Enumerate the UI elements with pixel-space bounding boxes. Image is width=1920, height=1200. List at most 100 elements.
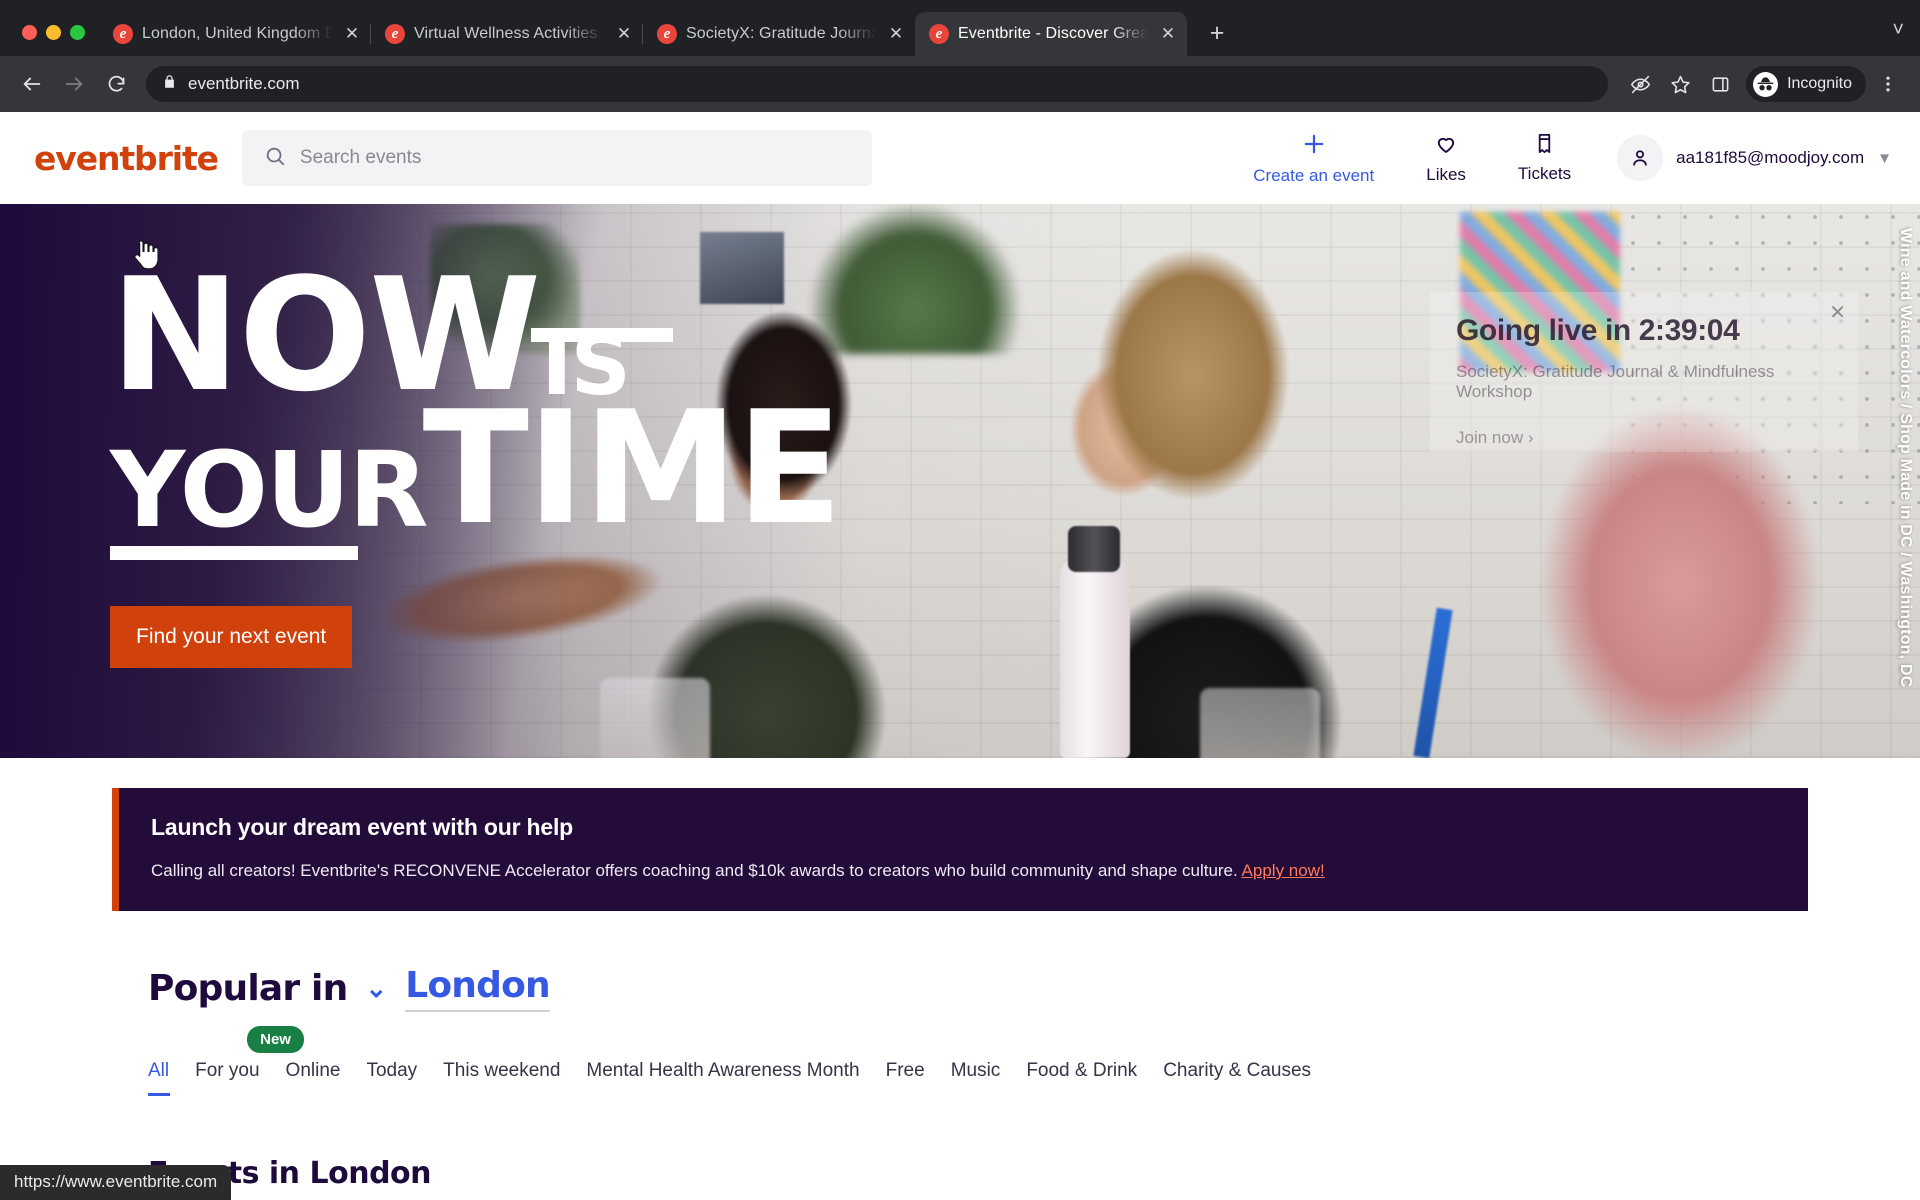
search-events-input[interactable]: Search events (241, 130, 872, 186)
tab-for-you[interactable]: For you New (195, 1026, 304, 1096)
promo-body-text: Calling all creators! Eventbrite's RECON… (151, 861, 1238, 880)
search-icon (264, 145, 286, 172)
promo-heading: Launch your dream event with our help (151, 814, 573, 840)
window-controls (12, 25, 99, 56)
browser-window: e London, United Kingdom Events ✕ e Virt… (0, 0, 1920, 1200)
browser-tab-3[interactable]: e SocietyX: Gratitude Journal & M ✕ (643, 12, 915, 56)
tab-charity-and-causes[interactable]: Charity & Causes (1163, 1060, 1337, 1096)
new-tab-button[interactable]: + (1197, 13, 1237, 53)
find-your-next-event-button[interactable]: Find your next event (110, 606, 353, 669)
chevron-down-icon[interactable]: ˅ (1892, 19, 1904, 42)
tab-online[interactable]: Online (286, 1060, 367, 1096)
tab-list-menu[interactable]: ˅ (1892, 19, 1920, 56)
heart-icon (1434, 132, 1458, 161)
hero-photo-caption: Wine and Watercolors / Shop Made in DC /… (1897, 228, 1914, 688)
star-icon[interactable] (1662, 66, 1698, 102)
eventbrite-favicon: e (929, 24, 949, 44)
hero-word-time: TIME (422, 377, 843, 560)
incognito-icon (1753, 71, 1779, 97)
forward-arrow-icon[interactable] (56, 66, 92, 102)
tab-for-you-label: For you (195, 1060, 260, 1081)
going-live-countdown: Going live in 2:39:04 (1456, 314, 1740, 347)
person-icon (1617, 135, 1664, 181)
hero-headline: NOW IS YOUR TIME (110, 257, 843, 561)
location-selector[interactable]: London (405, 965, 551, 1012)
tickets-button[interactable]: Tickets (1492, 132, 1597, 184)
lock-icon (162, 74, 177, 94)
hero-headline-line-2: YOUR TIME (110, 377, 843, 561)
browser-tab-1[interactable]: e London, United Kingdom Events ✕ (99, 12, 371, 56)
eventbrite-favicon: e (385, 24, 405, 44)
tab-all[interactable]: All (148, 1060, 195, 1096)
tab-this-weekend[interactable]: This weekend (443, 1060, 586, 1096)
browser-tab-4-active[interactable]: e Eventbrite - Discover Great Eve ✕ (915, 12, 1187, 56)
hero-word-your: YOUR (110, 428, 429, 551)
apply-now-link[interactable]: Apply now! (1242, 861, 1325, 880)
search-placeholder: Search events (299, 147, 422, 168)
link-status-bar: https://www.eventbrite.com (0, 1165, 232, 1200)
create-an-event-button[interactable]: Create an event (1227, 131, 1400, 186)
address-bar[interactable]: eventbrite.com (146, 66, 1609, 102)
plus-icon (1301, 131, 1327, 162)
close-tab-icon[interactable]: ✕ (1157, 23, 1179, 45)
minimize-window-button[interactable] (46, 25, 61, 40)
hero-content: NOW IS YOUR TIME Find your next event (110, 257, 843, 669)
web-page: eventbrite Search events Create an event (0, 112, 1920, 1200)
browser-tab-2[interactable]: e Virtual Wellness Activities | Eve ✕ (371, 12, 643, 56)
eye-slash-icon[interactable] (1622, 66, 1658, 102)
likes-label: Likes (1426, 164, 1466, 184)
account-email: aa181f85@moodjoy.com (1676, 148, 1865, 167)
close-tab-icon[interactable]: ✕ (885, 23, 907, 45)
tab-mental-health-awareness-month[interactable]: Mental Health Awareness Month (586, 1060, 885, 1096)
site-header: eventbrite Search events Create an event (0, 112, 1920, 204)
toolbar-icon-group: Incognito (1622, 66, 1906, 102)
tab-title: SocietyX: Gratitude Journal & M (686, 25, 876, 42)
tab-title: Virtual Wellness Activities | Eve (414, 25, 604, 42)
going-live-event-name: SocietyX: Gratitude Journal & Mindfulnes… (1456, 362, 1775, 401)
tab-free[interactable]: Free (886, 1060, 951, 1096)
side-panel-icon[interactable] (1702, 66, 1738, 102)
kebab-menu-icon[interactable] (1870, 66, 1906, 102)
profile-incognito-chip[interactable]: Incognito (1746, 66, 1866, 102)
promo-banner-wrap: Launch your dream event with our help Ca… (0, 758, 1920, 911)
close-tab-icon[interactable]: ✕ (613, 23, 635, 45)
site-nav: Create an event Likes Tickets aa181f85@m… (1227, 131, 1892, 186)
tab-title: London, United Kingdom Events (142, 25, 332, 42)
tab-music[interactable]: Music (951, 1060, 1027, 1096)
eventbrite-logo[interactable]: eventbrite (30, 139, 219, 178)
promo-banner: Launch your dream event with our help Ca… (112, 788, 1808, 911)
close-tab-icon[interactable]: ✕ (341, 23, 363, 45)
hero-banner: NOW IS YOUR TIME Find your next event ✕ … (0, 204, 1920, 758)
mouse-cursor-pointer (132, 240, 159, 270)
create-an-event-label: Create an event (1253, 165, 1375, 185)
close-icon[interactable]: ✕ (1829, 300, 1846, 325)
eventbrite-favicon: e (657, 24, 677, 44)
reload-icon[interactable] (98, 66, 134, 102)
back-arrow-icon[interactable] (14, 66, 50, 102)
chevron-down-icon[interactable]: ⌄ (365, 973, 387, 1004)
address-bar-url: eventbrite.com (188, 74, 300, 93)
maximize-window-button[interactable] (70, 25, 85, 40)
browser-toolbar: eventbrite.com Incognito (0, 56, 1920, 112)
popular-section: Popular in ⌄ London All For you New Onli… (0, 911, 1920, 1096)
tab-food-and-drink[interactable]: Food & Drink (1026, 1060, 1163, 1096)
chevron-down-icon[interactable]: ▼ (1877, 150, 1892, 167)
close-window-button[interactable] (22, 25, 37, 40)
hero-rule-top (531, 328, 674, 343)
profile-label: Incognito (1787, 75, 1852, 92)
events-in-london-title: Events in London (148, 1156, 432, 1191)
popular-in-label: Popular in (148, 968, 348, 1009)
hero-rule-bottom (110, 546, 358, 561)
tab-strip: e London, United Kingdom Events ✕ e Virt… (0, 0, 1920, 56)
tickets-label: Tickets (1517, 164, 1572, 183)
account-menu[interactable]: aa181f85@moodjoy.com ▼ (1611, 135, 1892, 181)
join-now-link[interactable]: Join now › (1456, 428, 1832, 448)
tab-title: Eventbrite - Discover Great Eve (958, 25, 1148, 42)
new-badge: New (247, 1026, 304, 1053)
category-tabs: All For you New Online Today This weeken… (148, 1026, 1808, 1096)
promo-body: Calling all creators! Eventbrite's RECON… (151, 861, 1776, 881)
going-live-card[interactable]: ✕ Going live in 2:39:04 SocietyX: Gratit… (1430, 292, 1858, 452)
likes-button[interactable]: Likes (1400, 132, 1492, 185)
tab-list: e London, United Kingdom Events ✕ e Virt… (99, 0, 1187, 56)
tab-today[interactable]: Today (366, 1060, 443, 1096)
